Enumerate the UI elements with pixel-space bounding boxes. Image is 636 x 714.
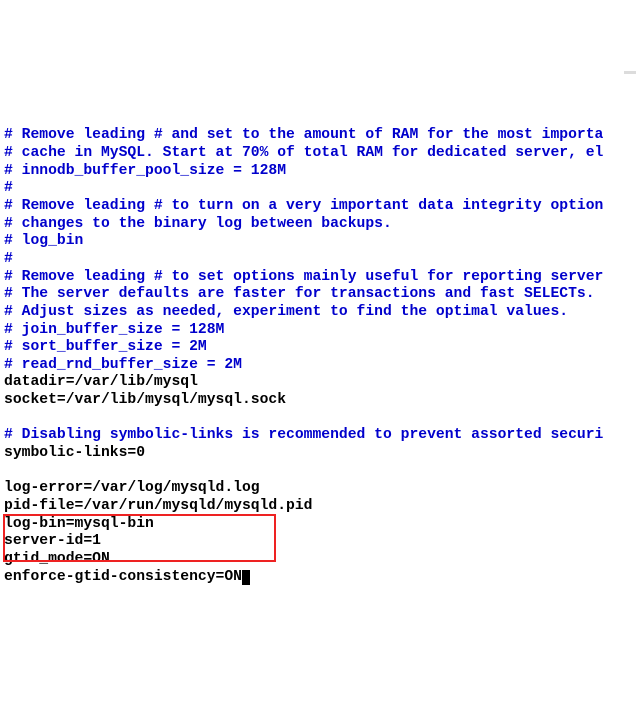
editor-line[interactable]: # Remove leading # to set options mainly… <box>4 269 632 287</box>
editor-line[interactable]: datadir=/var/lib/mysql <box>4 374 632 392</box>
editor-line[interactable]: gtid_mode=ON <box>4 551 632 569</box>
editor-line[interactable]: # read_rnd_buffer_size = 2M <box>4 357 632 375</box>
editor-line[interactable]: # cache in MySQL. Start at 70% of total … <box>4 145 632 163</box>
editor-line[interactable]: # innodb_buffer_pool_size = 128M <box>4 163 632 181</box>
editor-line[interactable]: pid-file=/var/run/mysqld/mysqld.pid <box>4 498 632 516</box>
editor-line[interactable]: # Remove leading # and set to the amount… <box>4 127 632 145</box>
editor-line[interactable]: # changes to the binary log between back… <box>4 216 632 234</box>
editor-line[interactable]: # join_buffer_size = 128M <box>4 322 632 340</box>
scrollbar-indicator <box>624 71 636 74</box>
editor-line[interactable]: server-id=1 <box>4 533 632 551</box>
text-cursor <box>242 570 250 585</box>
editor-line[interactable]: # Adjust sizes as needed, experiment to … <box>4 304 632 322</box>
editor-line[interactable] <box>4 463 632 481</box>
editor-line[interactable]: # sort_buffer_size = 2M <box>4 339 632 357</box>
editor-line[interactable]: # <box>4 251 632 269</box>
editor-line[interactable]: socket=/var/lib/mysql/mysql.sock <box>4 392 632 410</box>
editor-line[interactable]: log-error=/var/log/mysqld.log <box>4 480 632 498</box>
text-editor[interactable]: # Remove leading # and set to the amount… <box>0 71 636 626</box>
editor-line[interactable]: symbolic-links=0 <box>4 445 632 463</box>
editor-line[interactable]: log-bin=mysql-bin <box>4 516 632 534</box>
editor-line[interactable] <box>4 410 632 428</box>
editor-line[interactable]: # Disabling symbolic-links is recommende… <box>4 427 632 445</box>
editor-line[interactable]: enforce-gtid-consistency=ON <box>4 569 632 587</box>
editor-line[interactable]: # Remove leading # to turn on a very imp… <box>4 198 632 216</box>
editor-line[interactable]: # log_bin <box>4 233 632 251</box>
editor-line[interactable]: # The server defaults are faster for tra… <box>4 286 632 304</box>
editor-line[interactable]: # <box>4 180 632 198</box>
